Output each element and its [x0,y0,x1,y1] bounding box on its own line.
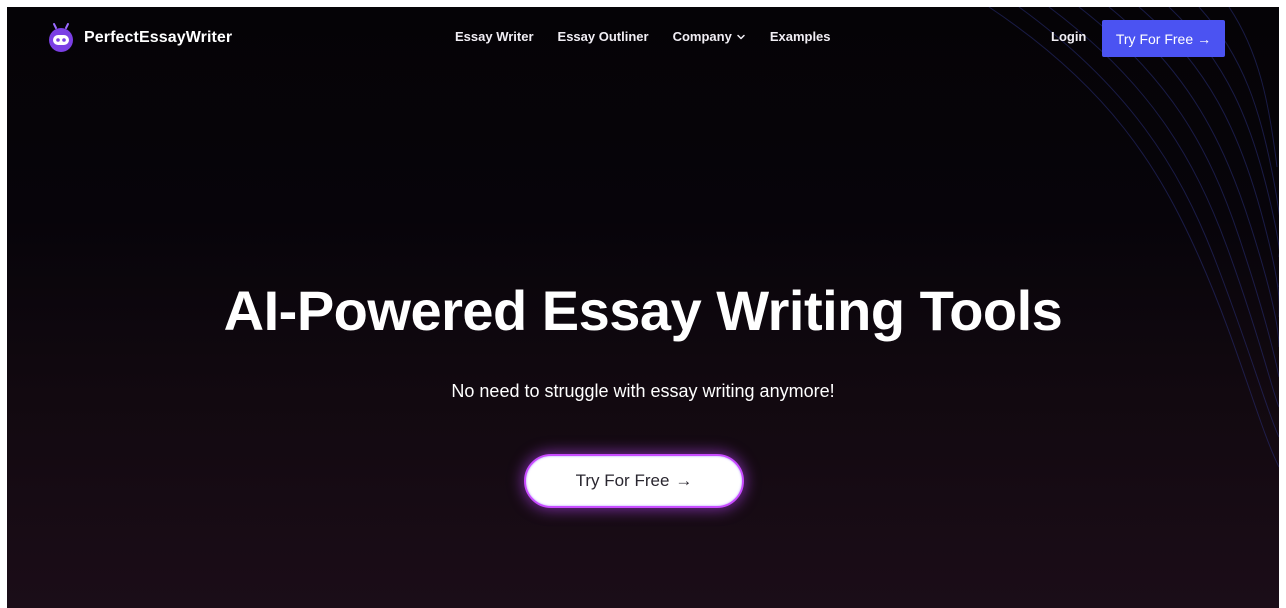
top-navbar: PerfectEssayWriter Essay Writer Essay Ou… [7,7,1279,71]
chevron-down-icon [737,34,745,39]
nav-link-essay-writer[interactable]: Essay Writer [455,29,534,44]
hero-subtitle: No need to struggle with essay writing a… [451,381,835,401]
hero-cta-label: Try For Free [575,471,670,490]
hero-try-for-free-button[interactable]: Try For Free → [524,454,744,508]
brand-logo-link[interactable]: PerfectEssayWriter [45,21,232,55]
nav-links: Essay Writer Essay Outliner Company Exam… [455,29,831,44]
login-link[interactable]: Login [1051,29,1086,44]
nav-link-examples[interactable]: Examples [770,29,831,44]
robot-head-icon [49,23,73,52]
hero-section: PerfectEssayWriter Essay Writer Essay Ou… [7,7,1279,608]
nav-link-company-dropdown[interactable]: Company [673,29,746,44]
nav-cta-label: Try For Free [1115,30,1194,47]
hero-title: AI-Powered Essay Writing Tools [223,279,1063,342]
nav-link-company-label: Company [672,29,732,44]
arrow-right-icon: → [675,471,693,490]
brand-name: PerfectEssayWriter [84,29,233,46]
nav-try-for-free-button[interactable]: Try For Free → [1102,20,1225,57]
arrow-right-icon: → [1197,30,1212,47]
nav-link-essay-outliner[interactable]: Essay Outliner [558,29,649,44]
